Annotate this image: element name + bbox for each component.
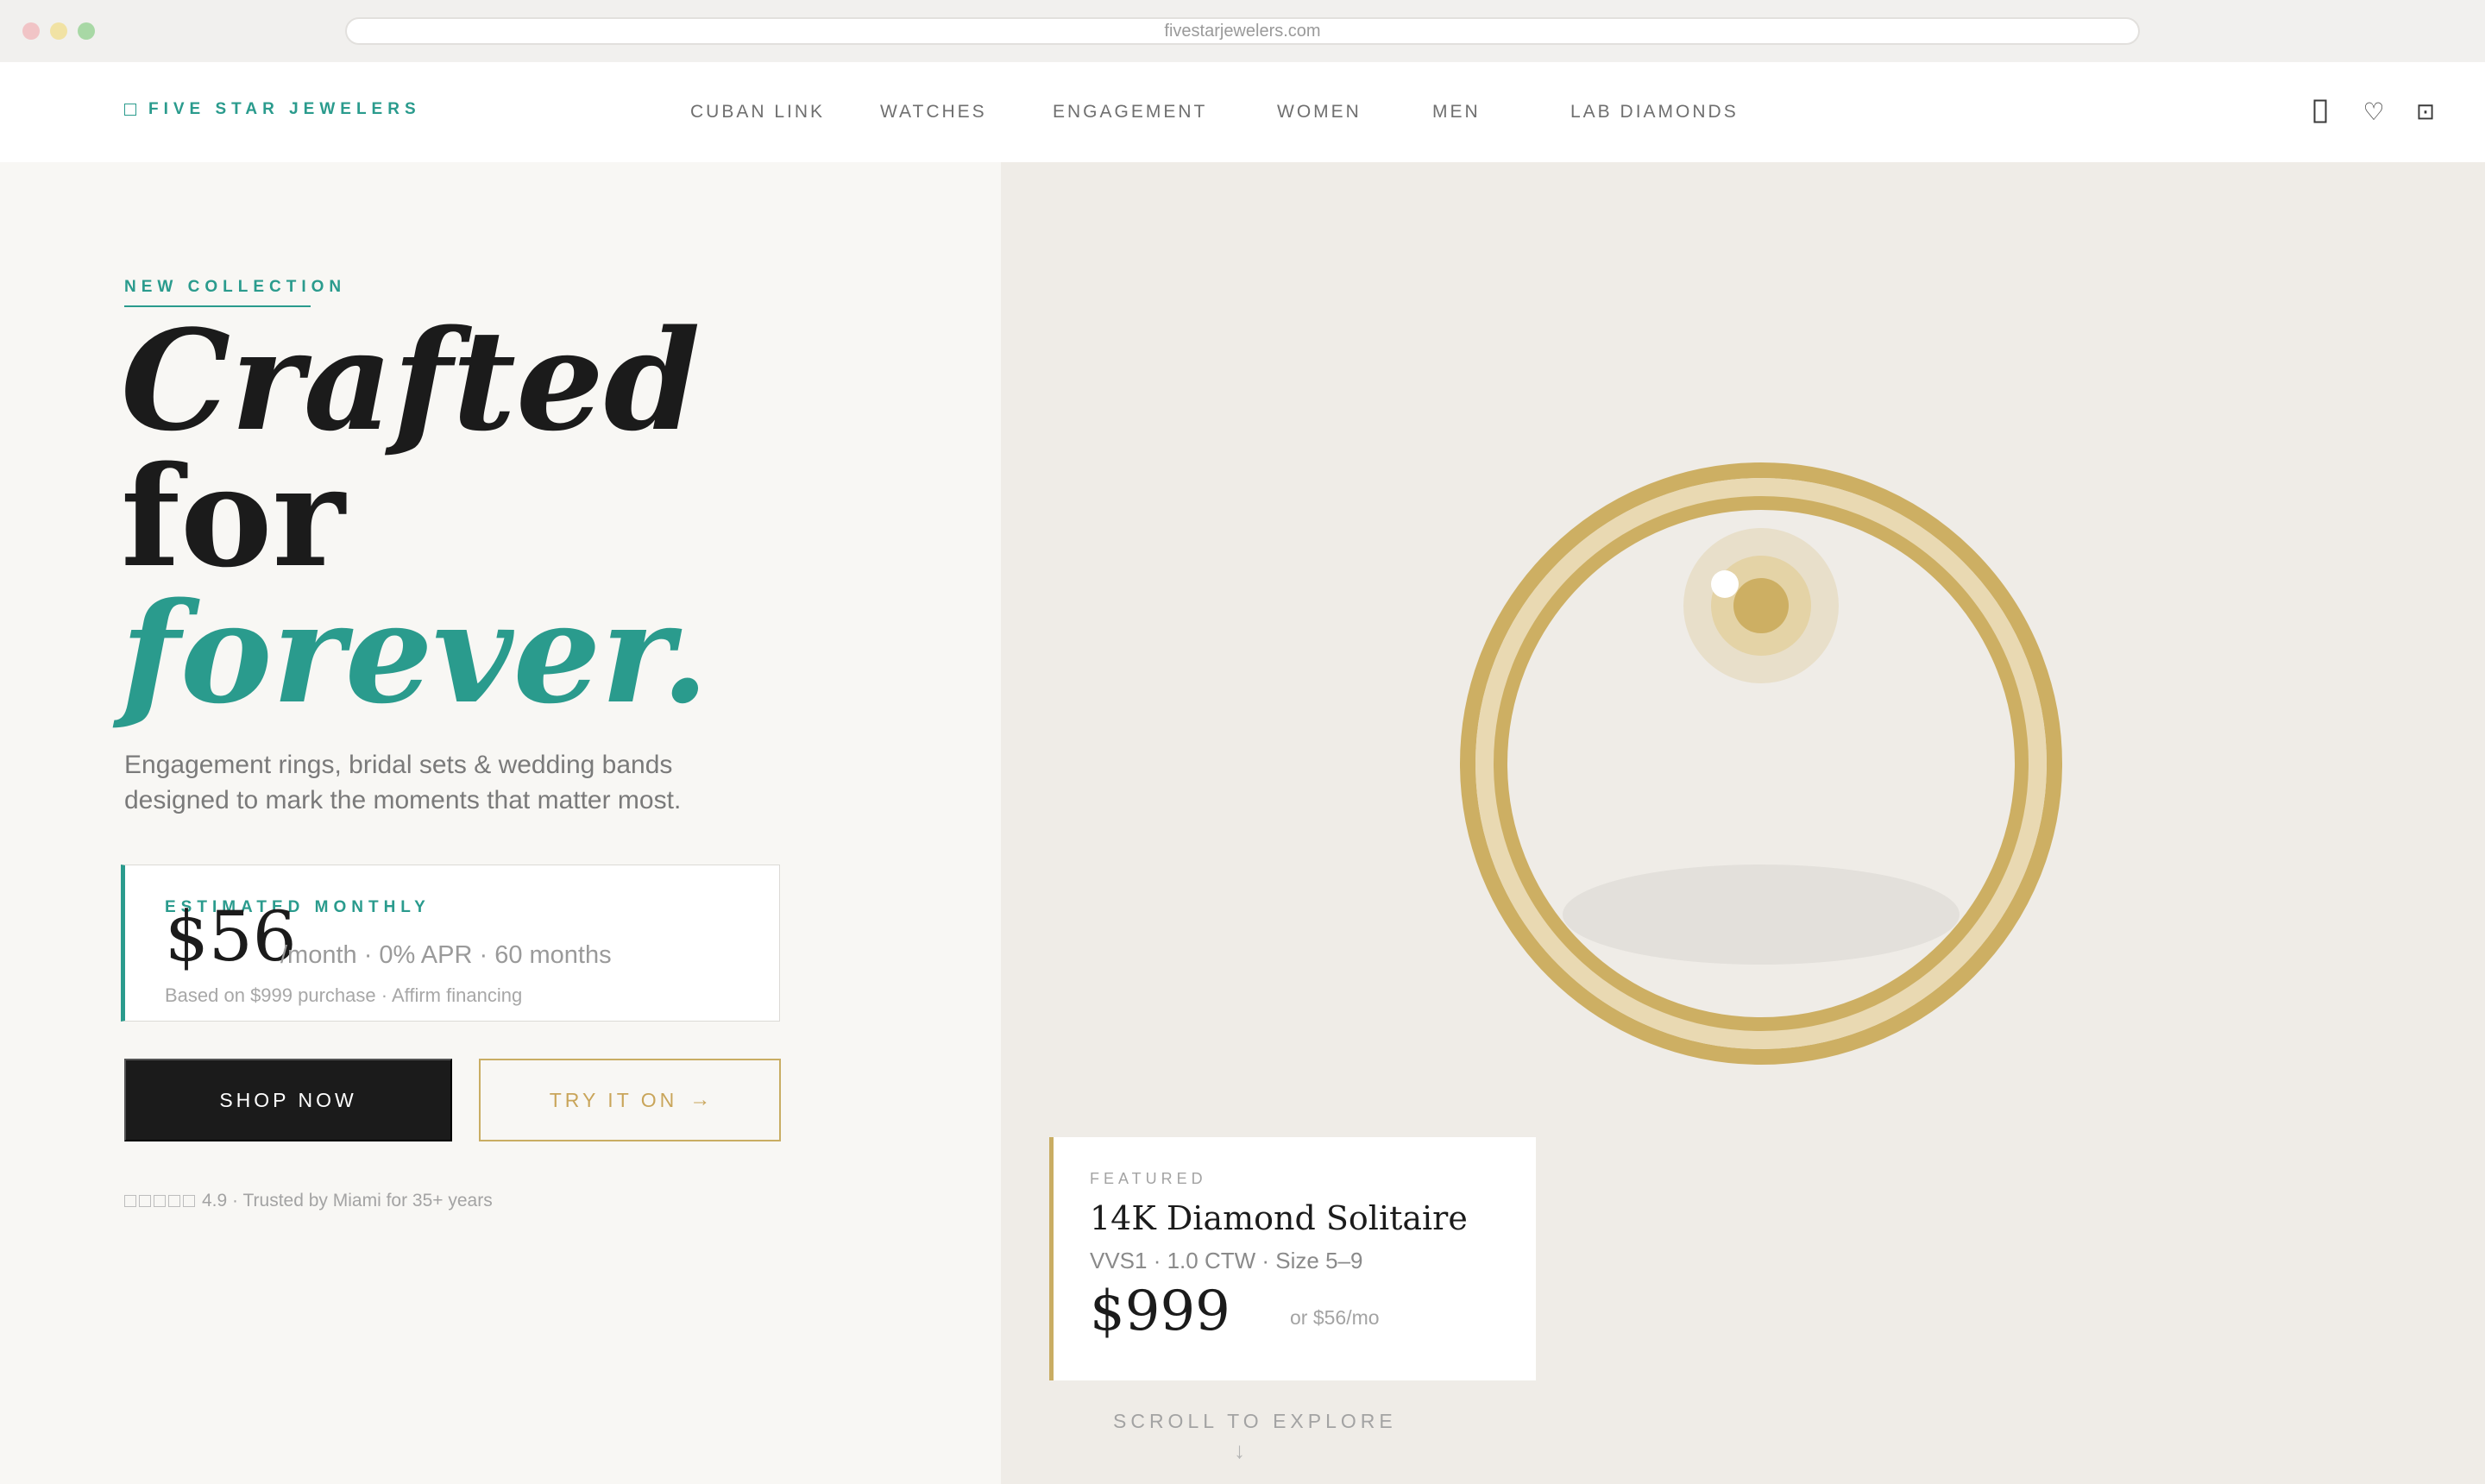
rating-summary: 4.9 · Trusted by Miami for 35+ years	[124, 1191, 493, 1211]
star-rating	[124, 1195, 195, 1207]
star-icon	[139, 1195, 151, 1207]
star-icon	[168, 1195, 180, 1207]
bag-icon[interactable]: ⊡	[2413, 98, 2438, 124]
featured-product-card[interactable]: FEATURED 14K Diamond Solitaire VVS1 · 1.…	[1049, 1137, 1536, 1380]
arrow-down-icon: ↓	[1234, 1437, 1245, 1463]
gem-stone	[1733, 578, 1789, 633]
featured-monthly: or $56/mo	[1290, 1306, 1380, 1329]
account-icon[interactable]	[2307, 98, 2333, 124]
address-bar[interactable]: fivestarjewelers.com	[345, 17, 2140, 45]
nav-link-watches[interactable]: WATCHES	[880, 102, 987, 123]
rating-text: 4.9 · Trusted by Miami for 35+ years	[202, 1191, 493, 1210]
logo-mark-icon	[124, 104, 136, 116]
nav-link-men[interactable]: MEN	[1432, 102, 1481, 123]
brand-name: FIVE STAR JEWELERS	[148, 100, 421, 118]
top-navigation: FIVE STAR JEWELERS CUBAN LINK WATCHES EN…	[0, 62, 2485, 162]
try-it-on-button[interactable]: TRY IT ON →	[479, 1059, 781, 1141]
monthly-estimate-card: ESTIMATED MONTHLY $56 /month · 0% APR · …	[121, 865, 780, 1022]
estimate-amount: $56	[165, 896, 297, 977]
estimate-terms: /month · 0% APR · 60 months	[280, 941, 612, 969]
brand-logo[interactable]: FIVE STAR JEWELERS	[124, 100, 421, 119]
ring-illustration	[1460, 462, 2062, 1065]
star-icon	[183, 1195, 195, 1207]
star-icon	[124, 1195, 136, 1207]
featured-label: FEATURED	[1090, 1170, 1207, 1187]
star-icon	[154, 1195, 166, 1207]
try-it-on-label: TRY IT ON	[549, 1088, 678, 1111]
featured-title: 14K Diamond Solitaire	[1090, 1199, 1468, 1237]
arrow-right-icon: →	[689, 1088, 711, 1111]
heart-icon[interactable]: ♡	[2361, 98, 2387, 125]
nav-link-women[interactable]: WOMEN	[1277, 102, 1362, 123]
hero-headline: Crafted for forever.	[121, 299, 709, 734]
shop-now-button[interactable]: SHOP NOW	[124, 1059, 452, 1141]
featured-price: $999	[1090, 1280, 1230, 1343]
hero-left-panel: NEW COLLECTION Crafted for forever. Enga…	[0, 162, 1001, 1484]
collection-eyebrow: NEW COLLECTION	[124, 278, 347, 296]
estimate-note: Based on $999 purchase · Affirm financin…	[165, 984, 523, 1006]
close-window-dot[interactable]	[22, 22, 40, 40]
scroll-to-explore[interactable]: SCROLL TO EXPLORE	[1113, 1410, 1397, 1433]
maximize-window-dot[interactable]	[78, 22, 95, 40]
headline-line-3: forever.	[121, 572, 709, 734]
gem-sparkle	[1711, 570, 1739, 598]
featured-specs: VVS1 · 1.0 CTW · Size 5–9	[1090, 1248, 1363, 1273]
ring-shadow	[1563, 865, 1960, 965]
nav-link-cuban-link[interactable]: CUBAN LINK	[690, 102, 825, 123]
headline-line-2: for	[121, 436, 345, 598]
minimize-window-dot[interactable]	[50, 22, 67, 40]
hero-subcopy: Engagement rings, bridal sets & wedding …	[124, 751, 682, 814]
nav-link-engagement[interactable]: ENGAGEMENT	[1053, 102, 1207, 123]
browser-chrome: fivestarjewelers.com	[0, 0, 2485, 62]
nav-link-lab-diamonds[interactable]: LAB DIAMONDS	[1570, 102, 1739, 123]
headline-line-1: Crafted	[121, 299, 701, 462]
